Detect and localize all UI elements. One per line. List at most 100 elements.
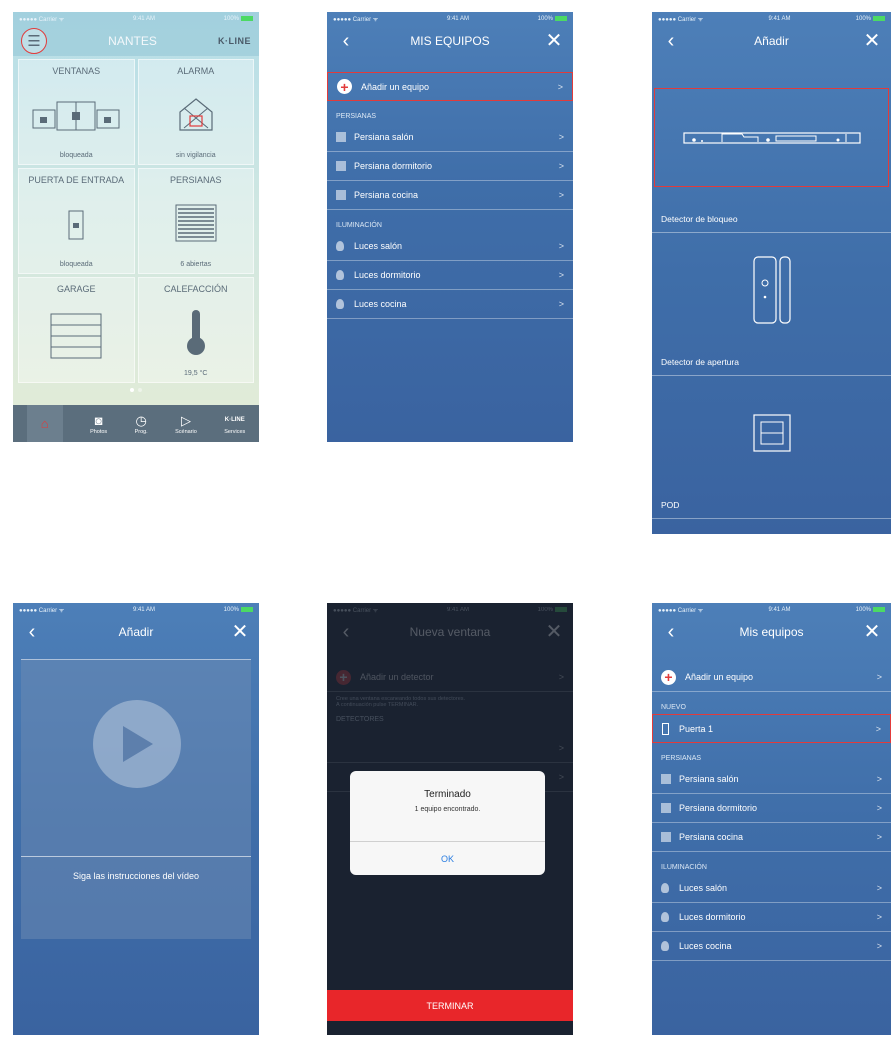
row-label: Luces salón (354, 241, 403, 251)
blind-icon (661, 774, 671, 784)
row-label: Añadir un detector (360, 672, 434, 682)
list-item[interactable]: Luces dormitorio > (652, 903, 891, 932)
back-icon[interactable]: ‹ (335, 30, 357, 52)
finish-button[interactable]: TERMINAR (327, 990, 573, 1021)
tile-garage[interactable]: GARAGE (18, 277, 135, 383)
blind-icon (661, 832, 671, 842)
tab-scenario[interactable]: ▷ Scénario (175, 412, 197, 435)
section-header: ILUMINACIÓN (336, 222, 382, 229)
section-header: DETECTORES (336, 716, 384, 723)
door-icon (662, 722, 669, 735)
camera-icon: ◙ (94, 413, 103, 428)
add-device-button[interactable]: + Añadir un equipo > (327, 72, 573, 101)
section-header: PERSIANAS (336, 113, 377, 120)
back-icon[interactable]: ‹ (660, 30, 682, 52)
tab-prog[interactable]: ◷ Prog. (135, 412, 148, 435)
list-item[interactable]: > (327, 734, 573, 763)
list-item[interactable]: Luces cocina > (652, 932, 891, 961)
alert-dialog: Terminado 1 equipo encontrado. OK (350, 771, 545, 875)
device-image (652, 376, 891, 490)
carrier-label: ●●●●● Carrier ᯤ (333, 17, 379, 23)
tile-windows[interactable]: VENTANAS bloqueada (18, 59, 135, 165)
bulb-icon (336, 241, 344, 251)
close-icon[interactable]: ✕ (861, 621, 883, 643)
status-bar: ●●●●● Carrier ᯤ 9:41 AM 100% (13, 603, 259, 617)
ok-button[interactable]: OK (350, 841, 545, 875)
device-type-opening-detector[interactable]: Detector de apertura (652, 233, 891, 376)
home-screen: ●●●●● Carrier ᯤ 9:41 AM 100% ☰ NANTES K·… (13, 12, 259, 442)
nav-bar: ☰ NANTES K·LINE (13, 26, 259, 56)
tile-status: 19,5 °C (184, 370, 208, 377)
tab-label: Prog. (134, 429, 148, 435)
pod-icon (752, 414, 791, 452)
plus-icon: + (661, 669, 676, 685)
tab-label: Photos (90, 429, 108, 435)
list-item[interactable]: Persiana dormitorio > (652, 794, 891, 823)
alert-message: 1 equipo encontrado. (414, 806, 481, 813)
chevron-right-icon: > (558, 161, 564, 171)
tab-services[interactable]: K·LINE Services (224, 412, 245, 435)
my-devices-updated-screen: ●●●●● Carrier ᯤ 9:41 AM 100% ‹ Mis equip… (652, 603, 891, 1035)
list-item[interactable]: Persiana salón > (652, 765, 891, 794)
chevron-right-icon: > (876, 803, 882, 813)
status-bar: ●●●●● Carrier ᯤ 9:41 AM 100% (652, 603, 891, 617)
nav-bar: ‹ MIS EQUIPOS ✕ (327, 26, 573, 56)
chevron-right-icon: > (557, 81, 563, 92)
list-item[interactable]: Luces salón > (652, 874, 891, 903)
page-indicator[interactable] (13, 386, 259, 394)
page-dot (138, 388, 142, 392)
tile-title: ALARMA (177, 66, 215, 76)
battery-label: 100% (224, 606, 253, 613)
device-type-pod[interactable]: POD (652, 376, 891, 519)
add-device-button[interactable]: + Añadir un equipo > (652, 663, 891, 692)
tile-alarm[interactable]: ALARMA sin vigilancia (137, 59, 254, 165)
play-button[interactable] (93, 700, 181, 788)
list-item[interactable]: Luces dormitorio > (327, 261, 573, 290)
chevron-right-icon: > (876, 774, 882, 784)
list-item[interactable]: Luces salón > (327, 232, 573, 261)
device-type-lock-detector[interactable]: Detector de bloqueo (652, 88, 891, 233)
bulb-icon (661, 912, 669, 922)
close-icon[interactable]: ✕ (543, 30, 565, 52)
row-label: Luces dormitorio (679, 912, 746, 922)
tile-front-door[interactable]: PUERTA DE ENTRADA bloqueada (18, 168, 135, 274)
list-item[interactable]: Persiana cocina > (327, 181, 573, 210)
list-item[interactable]: Persiana dormitorio > (327, 152, 573, 181)
close-icon[interactable]: ✕ (229, 621, 251, 643)
chevron-right-icon: > (875, 723, 881, 734)
play-circle-icon: ▷ (180, 413, 191, 428)
row-label: Añadir un equipo (685, 672, 754, 682)
list-item[interactable]: Persiana salón > (327, 123, 573, 152)
tile-heating[interactable]: CALEFACCIÓN 19,5 °C (137, 277, 254, 383)
back-icon[interactable]: ‹ (660, 621, 682, 643)
instructions-text: Cree una ventana escaneando todos sus de… (327, 692, 573, 712)
back-icon[interactable]: ‹ (21, 621, 43, 643)
close-icon[interactable]: ✕ (861, 30, 883, 52)
row-label: Persiana salón (679, 774, 739, 784)
list-item-new-door[interactable]: Puerta 1 > (652, 714, 891, 743)
add-detector-button[interactable]: + Añadir un detector > (327, 663, 573, 692)
hamburger-menu-icon[interactable]: ☰ (21, 28, 47, 54)
status-bar: ●●●●● Carrier ᯤ 9:41 AM 100% (327, 12, 573, 26)
tab-photos[interactable]: ◙ Photos (90, 412, 107, 435)
add-device-type-screen: ●●●●● Carrier ᯤ 9:41 AM 100% ‹ Añadir ✕ … (652, 12, 891, 534)
tile-status: sin vigilancia (175, 152, 216, 159)
tile-status: bloqueada (59, 152, 93, 159)
list-item[interactable]: Luces cocina > (327, 290, 573, 319)
section-header: PERSIANAS (661, 755, 702, 762)
close-icon[interactable]: ✕ (543, 621, 565, 643)
tile-blinds[interactable]: PERSIANAS 6 abiertas (137, 168, 254, 274)
nav-bar: ‹ Mis equipos ✕ (652, 617, 891, 647)
battery-label: 100% (538, 15, 567, 22)
nav-bar: ‹ Nueva ventana ✕ (327, 617, 573, 647)
chevron-right-icon: > (876, 912, 882, 922)
list-item[interactable]: Persiana cocina > (652, 823, 891, 852)
back-icon[interactable]: ‹ (335, 621, 357, 643)
row-label: Luces salón (679, 883, 728, 893)
section-header: NUEVO (661, 704, 686, 711)
tab-home[interactable]: ⌂ (26, 405, 63, 442)
video-player[interactable]: Siga las instrucciones del vídeo (21, 659, 251, 939)
status-bar: ●●●●● Carrier ᯤ 9:41 AM 100% (652, 12, 891, 26)
battery-icon (873, 15, 885, 21)
blind-icon (336, 190, 346, 200)
